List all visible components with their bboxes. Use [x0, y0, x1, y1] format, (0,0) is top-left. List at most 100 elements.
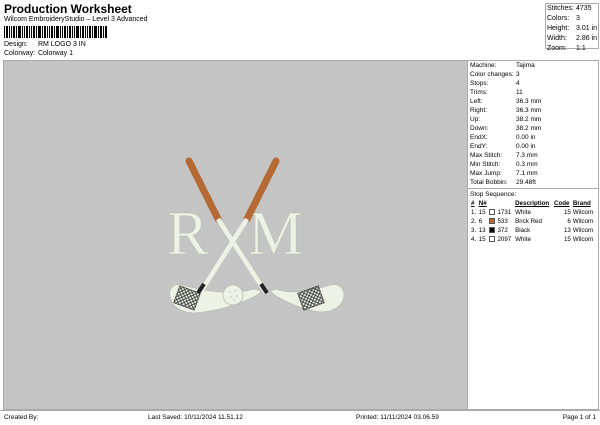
detail-value: 36.3 mm: [516, 98, 542, 105]
brand: Wilcom: [572, 227, 594, 234]
row-index: 3.: [471, 227, 477, 234]
detail-label: Machine:: [470, 62, 497, 69]
page-number: Page 1 of 1: [562, 414, 596, 421]
col-header: Code: [554, 200, 570, 207]
code: 15: [563, 209, 571, 216]
thread-number: 372: [497, 227, 508, 234]
design-value: RM LOGO 3 IN: [37, 41, 86, 48]
color-swatch-icon: [489, 227, 496, 234]
detail-row: Min Stitch: 0.3 mm: [468, 160, 598, 169]
detail-value: 11: [516, 89, 523, 96]
colorway-value: Colorway 1: [37, 50, 73, 57]
col-header: Description: [515, 200, 550, 207]
detail-row: Max Jump: 7.1 mm: [468, 169, 598, 178]
machine-details: Machine: Tajima Color changes: 3 Stops: 4 T…: [468, 61, 598, 187]
stat-colors: Colors: 3: [546, 14, 598, 24]
table-header-row: # N# Description Code Brand: [470, 199, 596, 208]
stop-sequence-title: Stop Sequence:: [470, 191, 517, 198]
monogram-letter-r: R: [167, 200, 209, 268]
color-swatch-icon: [489, 209, 496, 216]
detail-row: Down: 38.2 mm: [468, 124, 598, 133]
golf-ball-icon: [222, 284, 244, 306]
code: 13: [563, 227, 571, 234]
row-index: 1.: [471, 209, 477, 216]
color-swatch: 1731: [488, 208, 514, 217]
color-swatch-icon: [489, 236, 496, 243]
colorway-label: Colorway:: [4, 50, 36, 57]
brand: Wilcom: [572, 236, 594, 243]
brand: Wilcom: [572, 218, 594, 225]
row-index: 2.: [471, 218, 477, 225]
table-row: 1. 15 1731 White 15 Wilcom: [470, 208, 596, 217]
detail-label: EndY:: [470, 143, 488, 150]
details-panel: Machine: Tajima Color changes: 3 Stops: 4 T…: [468, 60, 599, 410]
detail-label: Stops:: [470, 80, 489, 87]
stat-value: 2.86 in: [576, 35, 598, 42]
stat-label: Colors:: [547, 15, 570, 22]
table-row: 4. 15 2097 White 15 Wilcom: [470, 235, 596, 244]
stat-label: Width:: [547, 35, 567, 42]
design-name-row: Design: RM LOGO 3 IN: [4, 41, 86, 48]
thread-number: 1731: [497, 209, 512, 216]
footer: Created By: Last Saved: 10/11/2024 11.51…: [0, 410, 600, 425]
stop-sequence-table: # N# Description Code Brand 1. 15 1731 Whit…: [470, 199, 596, 244]
detail-label: Max Jump:: [470, 170, 502, 177]
detail-value: 0.3 mm: [516, 161, 538, 168]
brand: Wilcom: [572, 209, 594, 216]
description: Black: [515, 227, 531, 234]
detail-row: Up: 38.2 mm: [468, 115, 598, 124]
detail-label: EndX:: [470, 134, 488, 141]
detail-value: 7.1 mm: [516, 170, 538, 177]
detail-row: EndY: 0.00 in: [468, 142, 598, 151]
detail-value: 38.2 mm: [516, 116, 542, 123]
needle-number: 6: [478, 218, 483, 225]
stat-value: 4735: [576, 5, 592, 12]
detail-label: Color changes:: [470, 71, 514, 78]
col-header: N#: [478, 200, 487, 207]
monogram-letter-m: M: [248, 200, 303, 268]
detail-row: EndX: 0.00 in: [468, 133, 598, 142]
detail-label: Total Bobbin:: [470, 179, 508, 186]
detail-label: Down:: [470, 125, 489, 132]
detail-value: 0.00 in: [516, 143, 536, 150]
stat-height: Height: 3.01 in: [546, 24, 598, 34]
detail-row: Trims: 11: [468, 88, 598, 97]
stat-width: Width: 2.86 in: [546, 34, 598, 44]
page-title: Production Worksheet: [4, 2, 132, 16]
printed-date: Printed: 11/11/2024 03.06.59: [356, 414, 439, 421]
table-row: 2. 6 533 Brick Red 6 Wilcom: [470, 217, 596, 226]
description: Brick Red: [515, 218, 542, 225]
needle-number: 13: [478, 227, 486, 234]
color-swatch: 533: [488, 217, 514, 226]
col-header: Brand: [572, 200, 591, 207]
description: White: [515, 209, 531, 216]
code: 6: [567, 218, 571, 225]
detail-value: 4: [516, 80, 520, 87]
stat-label: Zoom:: [547, 45, 567, 52]
stat-value: 1:1: [576, 45, 586, 52]
detail-value: 29.48ft: [516, 179, 536, 186]
barcode: [4, 26, 107, 38]
detail-row: Machine: Tajima: [468, 61, 598, 70]
description: White: [515, 236, 531, 243]
color-swatch: 372: [488, 226, 514, 235]
detail-row: Right: 36.3 mm: [468, 106, 598, 115]
col-header: #: [471, 200, 475, 207]
detail-row: Left: 36.3 mm: [468, 97, 598, 106]
detail-value: Tajima: [516, 62, 535, 69]
thread-number: 2097: [497, 236, 512, 243]
table-row: 3. 13 372 Black 13 Wilcom: [470, 226, 596, 235]
detail-label: Min Stitch:: [470, 161, 501, 168]
col-header: [488, 199, 514, 208]
detail-value: 0.00 in: [516, 134, 536, 141]
detail-label: Trims:: [470, 89, 488, 96]
detail-row: Total Bobbin: 29.48ft: [468, 178, 598, 187]
thread-number: 533: [497, 218, 508, 225]
needle-number: 15: [478, 236, 486, 243]
last-saved: Last Saved: 10/11/2024 11.51.12: [148, 414, 243, 421]
detail-row: Stops: 4: [468, 79, 598, 88]
detail-label: Max Stitch:: [470, 152, 503, 159]
divider: [468, 188, 598, 189]
embroidery-design: R M: [167, 157, 345, 314]
stat-value: 3: [576, 15, 580, 22]
